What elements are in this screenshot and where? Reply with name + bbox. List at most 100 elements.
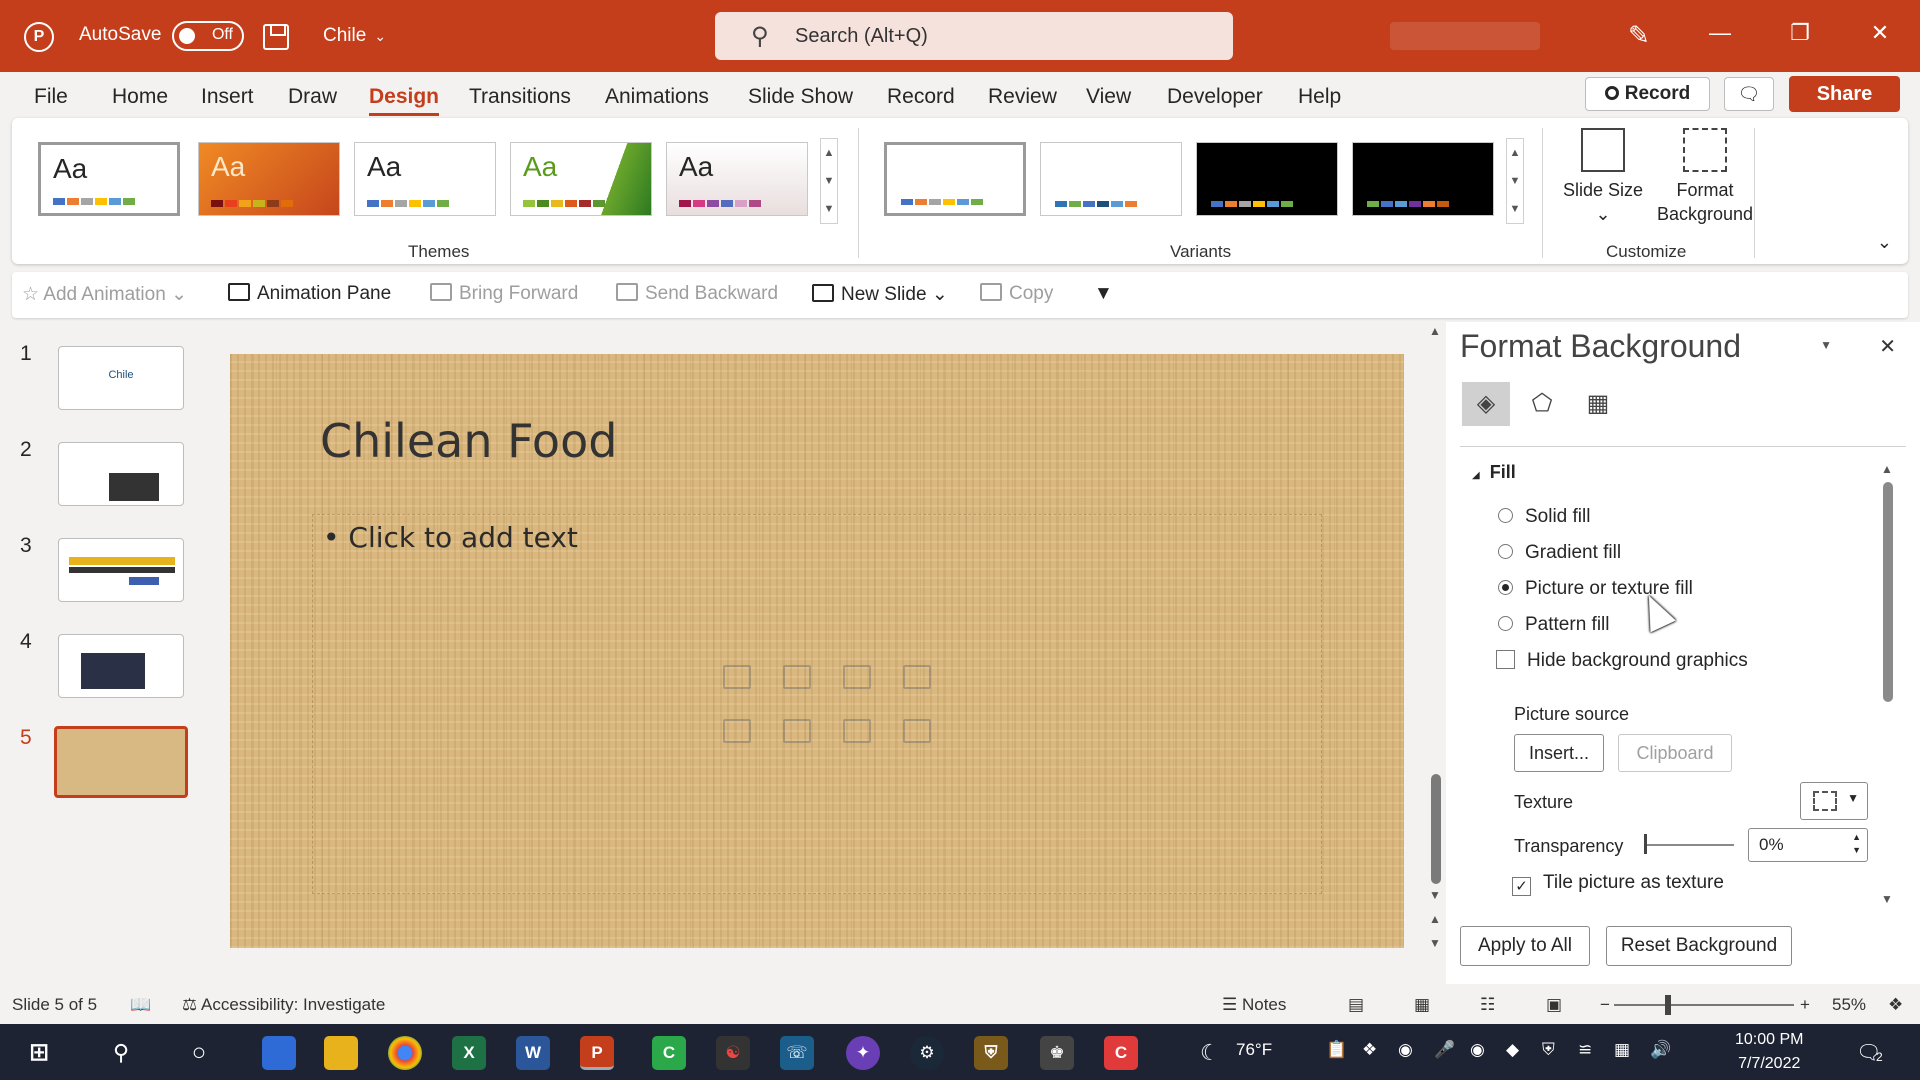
- weather-moon-icon[interactable]: ☾: [1200, 1040, 1220, 1066]
- clipboard-icon[interactable]: 📋: [1326, 1040, 1347, 1060]
- designer-pen-icon[interactable]: ✎: [1628, 20, 1650, 51]
- wifi-icon[interactable]: ≌: [1578, 1040, 1592, 1060]
- gradient-fill-option[interactable]: Gradient fill: [1498, 542, 1621, 564]
- search-icon[interactable]: ⚲: [104, 1036, 138, 1070]
- theme-green[interactable]: Aa: [510, 142, 652, 216]
- gallery-more-icon[interactable]: ▼: [821, 195, 837, 223]
- slide-size-button[interactable]: Slide Size ⌄: [1558, 128, 1648, 226]
- texture-picker[interactable]: ▼: [1800, 782, 1868, 820]
- record-button[interactable]: Record: [1585, 77, 1710, 111]
- app-icon[interactable]: ✦: [846, 1036, 880, 1070]
- pattern-fill-option[interactable]: Pattern fill: [1498, 614, 1609, 636]
- document-name-dropdown[interactable]: Chile ⌄: [323, 25, 386, 47]
- shield-icon[interactable]: ⛨: [974, 1036, 1008, 1070]
- scroll-down-icon[interactable]: ▼: [1507, 167, 1523, 195]
- scroll-down-icon[interactable]: ▼: [1429, 888, 1441, 902]
- volume-icon[interactable]: 🔊: [1650, 1040, 1671, 1060]
- powerpoint-icon[interactable]: P: [580, 1036, 614, 1070]
- pattern-fill-radio[interactable]: [1498, 616, 1513, 631]
- hide-background-graphics-option[interactable]: Hide background graphics: [1496, 650, 1748, 672]
- chrome-tray-icon[interactable]: ◉: [1470, 1040, 1485, 1060]
- picture-texture-fill-radio[interactable]: [1498, 580, 1513, 595]
- file-explorer-icon[interactable]: [324, 1036, 358, 1070]
- variants-gallery-scroll[interactable]: ▲ ▼ ▼: [1506, 138, 1524, 224]
- insert-stock-images-icon[interactable]: [783, 719, 811, 743]
- app-icon[interactable]: ☯: [716, 1036, 750, 1070]
- reading-view-icon[interactable]: ☷: [1480, 995, 1495, 1015]
- normal-view-icon[interactable]: ▤: [1348, 995, 1364, 1015]
- security-icon[interactable]: ⛨: [1542, 1040, 1555, 1060]
- themes-gallery-scroll[interactable]: ▲ ▼ ▼: [820, 138, 838, 224]
- previous-slide-icon[interactable]: ▲: [1429, 912, 1441, 926]
- picture-icon[interactable]: ▦: [1574, 382, 1622, 426]
- scroll-up-icon[interactable]: ▲: [1429, 324, 1441, 338]
- insert-3d-model-icon[interactable]: [903, 665, 931, 689]
- transparency-input[interactable]: 0% ▲ ▼: [1748, 828, 1868, 862]
- notes-button[interactable]: ☰ Notes: [1222, 995, 1286, 1015]
- scroll-up-icon[interactable]: ▲: [821, 139, 837, 167]
- camtasia-green-icon[interactable]: C: [652, 1036, 686, 1070]
- search-box[interactable]: ⚲ Search (Alt+Q): [715, 12, 1233, 60]
- tab-transitions[interactable]: Transitions: [469, 85, 571, 109]
- insert-smartart-icon[interactable]: [843, 665, 871, 689]
- dropbox-icon[interactable]: ❖: [1362, 1040, 1377, 1060]
- desktop-app-icon[interactable]: [262, 1036, 296, 1070]
- clipboard-button[interactable]: Clipboard: [1618, 734, 1732, 772]
- bring-forward-button[interactable]: Bring Forward: [430, 283, 578, 305]
- system-clock[interactable]: 10:00 PM 7/7/2022: [1735, 1028, 1803, 1076]
- tab-slide-show[interactable]: Slide Show: [748, 85, 853, 109]
- zoom-out-icon[interactable]: −: [1600, 995, 1610, 1015]
- chrome-icon[interactable]: [388, 1036, 422, 1070]
- tile-picture-option[interactable]: ✓ Tile picture as texture: [1512, 872, 1724, 896]
- tab-developer[interactable]: Developer: [1167, 85, 1263, 109]
- tab-design[interactable]: Design: [369, 85, 440, 116]
- theme-office[interactable]: Aa: [38, 142, 180, 216]
- tab-help[interactable]: Help: [1298, 85, 1341, 109]
- word-icon[interactable]: W: [516, 1036, 550, 1070]
- app-tray-icon[interactable]: ◉: [1398, 1040, 1413, 1060]
- zoom-in-icon[interactable]: +: [1800, 995, 1810, 1015]
- fill-bucket-icon[interactable]: ◈: [1462, 382, 1510, 426]
- pane-options-icon[interactable]: ▼: [1820, 338, 1832, 352]
- minimize-icon[interactable]: —: [1705, 20, 1735, 46]
- insert-picture-icon[interactable]: [723, 719, 751, 743]
- tab-draw[interactable]: Draw: [288, 85, 337, 109]
- spell-check-icon[interactable]: 📖: [130, 995, 151, 1015]
- animation-pane-button[interactable]: Animation Pane: [228, 283, 391, 305]
- theme-plain[interactable]: Aa: [354, 142, 496, 216]
- tab-animations[interactable]: Animations: [605, 85, 709, 109]
- chess-icon[interactable]: ♚: [1040, 1036, 1074, 1070]
- zoom-slider-thumb[interactable]: [1665, 995, 1671, 1015]
- account-area[interactable]: [1390, 22, 1540, 50]
- tab-review[interactable]: Review: [988, 85, 1057, 109]
- hide-graphics-checkbox[interactable]: [1496, 650, 1515, 669]
- pane-scrollbar-thumb[interactable]: [1883, 482, 1893, 702]
- copy-button[interactable]: Copy: [980, 283, 1053, 305]
- solid-fill-radio[interactable]: [1498, 508, 1513, 523]
- transparency-slider[interactable]: [1644, 844, 1734, 846]
- slide-thumbnail-3[interactable]: [58, 538, 184, 602]
- phone-link-icon[interactable]: ☏: [780, 1036, 814, 1070]
- slide-thumbnail-4[interactable]: [58, 634, 184, 698]
- slide-thumbnail-1[interactable]: Chile: [58, 346, 184, 410]
- new-slide-button[interactable]: New Slide ⌄: [812, 283, 948, 306]
- scroll-up-icon[interactable]: ▲: [1881, 462, 1893, 476]
- tab-record[interactable]: Record: [887, 85, 955, 109]
- tab-file[interactable]: File: [34, 85, 68, 109]
- comments-button[interactable]: 🗨: [1724, 77, 1774, 111]
- tab-view[interactable]: View: [1086, 85, 1131, 109]
- close-icon[interactable]: ✕: [1865, 20, 1895, 46]
- format-background-button[interactable]: Format Background: [1650, 128, 1760, 226]
- theme-pink[interactable]: Aa: [666, 142, 808, 216]
- tab-home[interactable]: Home: [112, 85, 168, 109]
- steam-icon[interactable]: ⚙: [910, 1036, 944, 1070]
- camtasia-recorder-icon[interactable]: C: [1104, 1036, 1138, 1070]
- insert-video-icon[interactable]: [843, 719, 871, 743]
- scrollbar-thumb[interactable]: [1431, 774, 1441, 884]
- save-icon[interactable]: [263, 24, 289, 50]
- tray-app-icon[interactable]: ◆: [1506, 1040, 1519, 1060]
- zoom-slider[interactable]: [1614, 1004, 1794, 1006]
- scroll-up-icon[interactable]: ▲: [1507, 139, 1523, 167]
- ribbon-collapse-icon[interactable]: ⌄: [1877, 232, 1892, 253]
- tile-picture-checkbox[interactable]: ✓: [1512, 877, 1531, 896]
